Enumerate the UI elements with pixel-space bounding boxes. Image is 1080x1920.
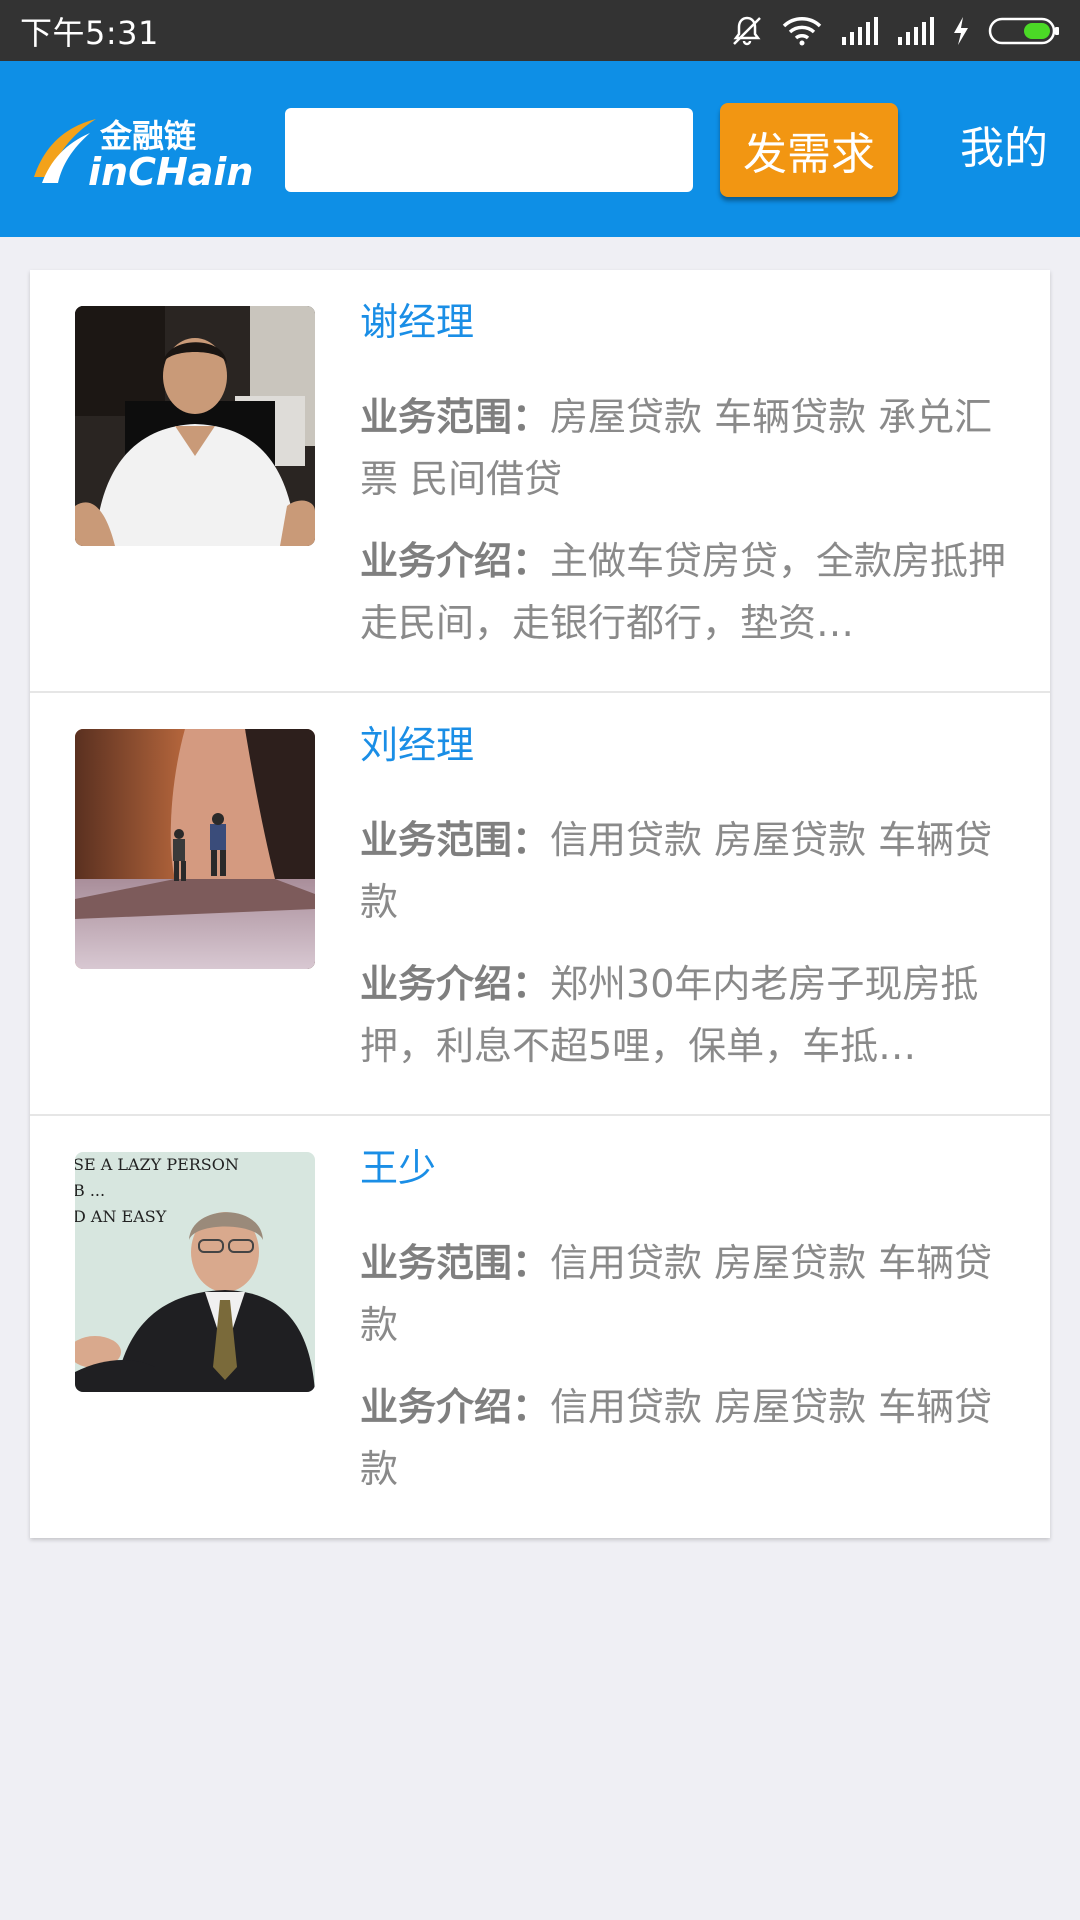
search-input[interactable] — [285, 108, 693, 192]
list-item[interactable]: 谢经理 业务范围：房屋贷款 车辆贷款 承兑汇票 民间借贷 业务介绍：主做车贷房贷… — [30, 270, 1050, 693]
business-scope-label: 业务范围： — [360, 1241, 551, 1285]
avatar-caption-line-3: D AN EASY — [75, 1207, 167, 1226]
charging-icon — [952, 16, 970, 46]
battery-icon — [988, 16, 1060, 46]
avatar-caption-line-1: SE A LAZY PERSON — [75, 1155, 239, 1174]
my-profile-link[interactable]: 我的 — [960, 119, 1048, 179]
signal-strength-icon-2 — [896, 16, 934, 45]
signal-strength-icon-1 — [840, 16, 878, 45]
avatar-photo-man-office — [75, 306, 315, 546]
avatar-caption-line-2: B ... — [75, 1181, 105, 1200]
business-intro-label: 业务介绍： — [360, 539, 551, 583]
business-intro: 业务介绍：主做车贷房贷，全款房抵押走民间，走银行都行，垫资… — [360, 530, 1010, 654]
status-bar: 下午5:31 — [0, 0, 1080, 61]
post-demand-button[interactable]: 发需求 — [720, 103, 898, 197]
list-item[interactable]: 刘经理 业务范围：信用贷款 房屋贷款 车辆贷款 业务介绍：郑州30年内老房子现房… — [30, 693, 1050, 1116]
avatar — [75, 729, 315, 969]
business-intro: 业务介绍：郑州30年内老房子现房抵押，利息不超5哩，保单，车抵… — [360, 953, 1010, 1077]
business-scope-label: 业务范围： — [360, 818, 551, 862]
avatar — [75, 306, 315, 546]
wifi-icon — [782, 16, 822, 46]
mute-bell-icon — [730, 14, 764, 48]
avatar: SE A LAZY PERSON B ... D AN EASY — [75, 1152, 315, 1392]
list-item[interactable]: SE A LAZY PERSON B ... D AN EASY 王少 业务范围… — [30, 1116, 1050, 1536]
business-scope: 业务范围：房屋贷款 车辆贷款 承兑汇票 民间借贷 — [360, 386, 1010, 510]
business-scope: 业务范围：信用贷款 房屋贷款 车辆贷款 — [360, 809, 1010, 933]
business-intro-label: 业务介绍： — [360, 1385, 551, 1429]
manager-list: 谢经理 业务范围：房屋贷款 车辆贷款 承兑汇票 民间借贷 业务介绍：主做车贷房贷… — [30, 270, 1050, 1538]
business-intro: 业务介绍：信用贷款 房屋贷款 车辆贷款 — [360, 1376, 1010, 1500]
svg-text:inCHain: inCHain — [88, 150, 254, 193]
status-icons — [730, 14, 1060, 48]
business-scope: 业务范围：信用贷款 房屋贷款 车辆贷款 — [360, 1232, 1010, 1356]
app-header: 金融链 inCHain 发需求 我的 — [0, 61, 1080, 237]
manager-name[interactable]: 刘经理 — [360, 721, 1010, 769]
finchain-logo: 金融链 inCHain — [30, 113, 256, 194]
business-scope-label: 业务范围： — [360, 395, 551, 439]
business-intro-label: 业务介绍： — [360, 962, 551, 1006]
manager-name[interactable]: 谢经理 — [360, 298, 1010, 346]
avatar-photo-canyon-hikers — [75, 729, 315, 969]
manager-name[interactable]: 王少 — [360, 1144, 1010, 1192]
status-time: 下午5:31 — [20, 13, 159, 52]
avatar-photo-man-suit: SE A LAZY PERSON B ... D AN EASY — [75, 1152, 315, 1392]
